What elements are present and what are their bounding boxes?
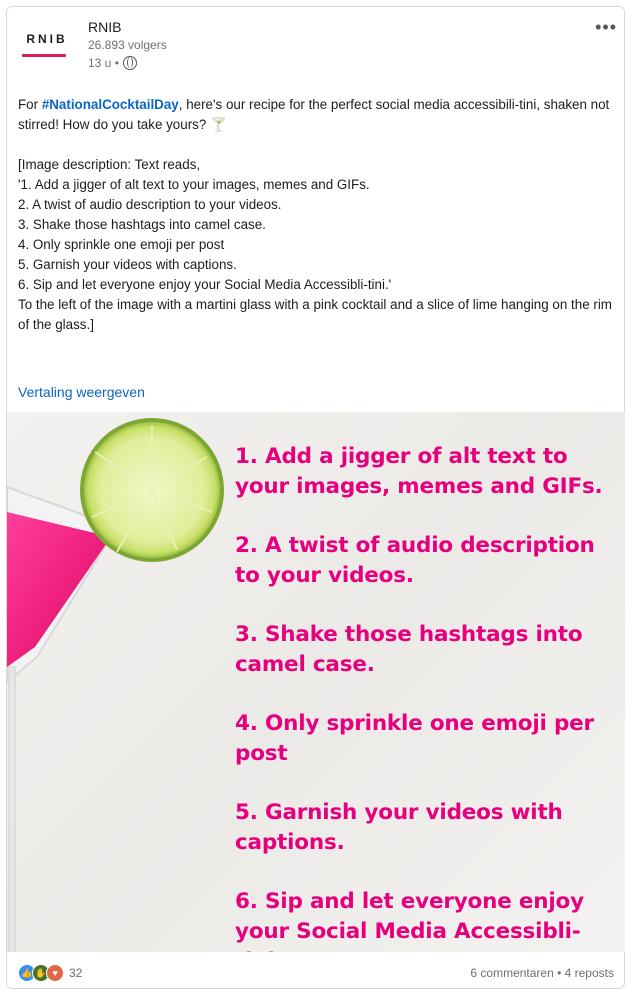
post-image[interactable]: 1. Add a jigger of alt text to your imag…: [7, 412, 625, 952]
logo-text: RNIB: [26, 32, 68, 46]
post-intro: For #NationalCocktailDay, here's our rec…: [18, 97, 610, 132]
post-text: For #NationalCocktailDay, here's our rec…: [18, 95, 614, 335]
author-name[interactable]: RNIB: [88, 18, 167, 36]
translate-link[interactable]: Vertaling weergeven: [18, 384, 145, 400]
more-options-icon[interactable]: •••: [595, 18, 617, 36]
company-logo[interactable]: RNIB: [18, 32, 76, 68]
description-line: 3. Shake those hashtags into camel case.: [18, 217, 266, 232]
description-line: 5. Garnish your videos with captions.: [18, 257, 237, 272]
comments-reposts[interactable]: 6 commentaren • 4 reposts: [470, 966, 614, 980]
glass-stem: [8, 666, 16, 952]
description-line: 2. A twist of audio description to your …: [18, 197, 282, 212]
description-line: 6. Sip and let everyone enjoy your Socia…: [18, 277, 392, 292]
martini-glass-illustration: [7, 418, 224, 952]
post-footer: 👍 ✋ ♥ 32 6 commentaren • 4 reposts: [18, 962, 614, 986]
reactions-summary[interactable]: 👍 ✋ ♥ 32: [18, 964, 82, 982]
tip-item: 6. Sip and let everyone enjoy your Socia…: [235, 889, 584, 952]
author-info: RNIB 26.893 volgers 13 u •: [88, 18, 167, 72]
globe-icon: [122, 56, 137, 70]
follower-count: 26.893 volgers: [88, 38, 167, 52]
post-header: RNIB RNIB 26.893 volgers 13 u •: [18, 18, 618, 80]
post-meta: 13 u •: [88, 54, 167, 72]
support-reaction-icon: ♥: [46, 964, 64, 982]
tip-item: 1. Add a jigger of alt text to your imag…: [235, 444, 603, 499]
tip-item: 2. A twist of audio description to your …: [235, 533, 595, 588]
tip-item: 5. Garnish your videos with captions.: [235, 800, 563, 855]
description-line: [Image description: Text reads,: [18, 157, 201, 172]
reaction-count: 32: [69, 966, 83, 980]
description-line: '1. Add a jigger of alt text to your ima…: [18, 177, 370, 192]
tip-item: 3. Shake those hashtags into camel case.: [235, 622, 583, 677]
description-line: To the left of the image with a martini …: [18, 297, 612, 332]
accessibility-tips-list: 1. Add a jigger of alt text to your imag…: [235, 442, 625, 952]
logo-underline: [22, 54, 66, 57]
pink-cocktail: [7, 512, 111, 667]
hashtag-link[interactable]: #NationalCocktailDay: [42, 97, 179, 112]
post-time: 13 u •: [88, 56, 119, 70]
description-line: 4. Only sprinkle one emoji per post: [18, 237, 225, 252]
tip-item: 4. Only sprinkle one emoji per post: [235, 711, 594, 766]
